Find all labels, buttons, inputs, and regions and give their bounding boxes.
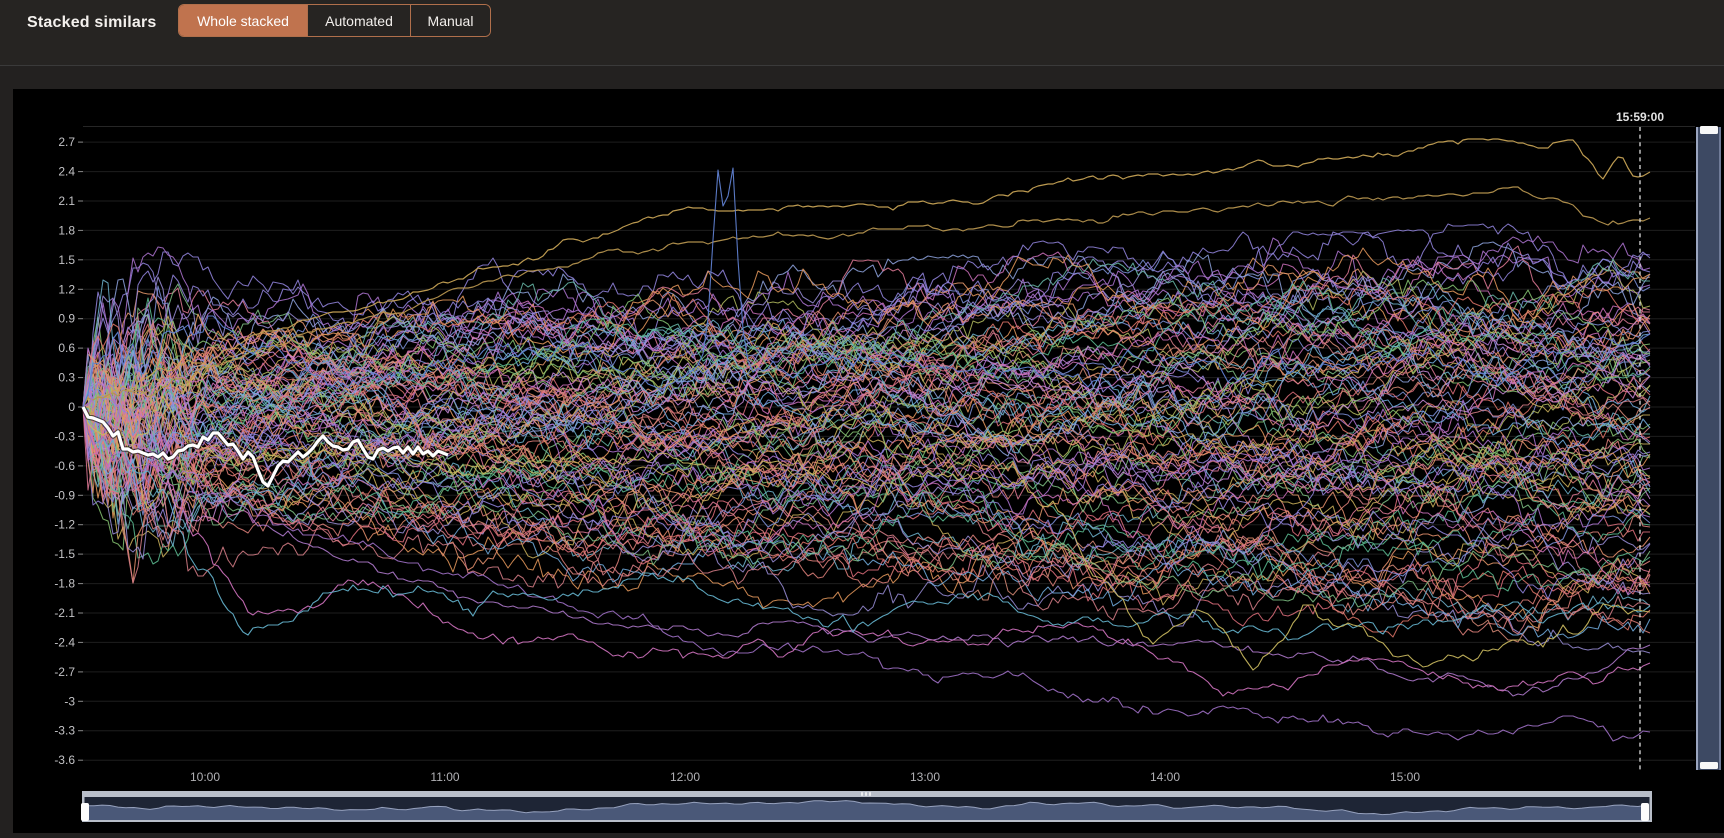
svg-text:-0.3: -0.3: [54, 429, 75, 443]
svg-text:-3: -3: [64, 694, 75, 708]
svg-text:-1.2: -1.2: [54, 518, 75, 532]
svg-text:2.7: 2.7: [58, 135, 75, 149]
svg-text:2.1: 2.1: [58, 194, 75, 208]
svg-text:0.6: 0.6: [58, 341, 75, 355]
svg-text:14:00: 14:00: [1150, 770, 1180, 784]
svg-text:-3.3: -3.3: [54, 724, 75, 738]
svg-text:1.5: 1.5: [58, 253, 75, 267]
svg-text:-0.9: -0.9: [54, 488, 75, 502]
svg-text:10:00: 10:00: [190, 770, 220, 784]
svg-text:-2.7: -2.7: [54, 665, 75, 679]
svg-text:15:00: 15:00: [1390, 770, 1420, 784]
svg-text:-1.5: -1.5: [54, 547, 75, 561]
svg-text:-2.1: -2.1: [54, 606, 75, 620]
svg-text:-3.6: -3.6: [54, 753, 75, 767]
svg-text:-0.6: -0.6: [54, 459, 75, 473]
svg-text:0: 0: [68, 400, 75, 414]
svg-text:15:59:00: 15:59:00: [1616, 110, 1664, 124]
svg-text:-2.4: -2.4: [54, 635, 75, 649]
svg-text:1.8: 1.8: [58, 223, 75, 237]
svg-text:0.9: 0.9: [58, 312, 75, 326]
svg-text:0.3: 0.3: [58, 371, 75, 385]
svg-text:13:00: 13:00: [910, 770, 940, 784]
svg-text:2.4: 2.4: [58, 165, 75, 179]
svg-text:-1.8: -1.8: [54, 577, 75, 591]
svg-text:12:00: 12:00: [670, 770, 700, 784]
svg-text:11:00: 11:00: [430, 770, 459, 784]
svg-text:1.2: 1.2: [58, 282, 75, 296]
